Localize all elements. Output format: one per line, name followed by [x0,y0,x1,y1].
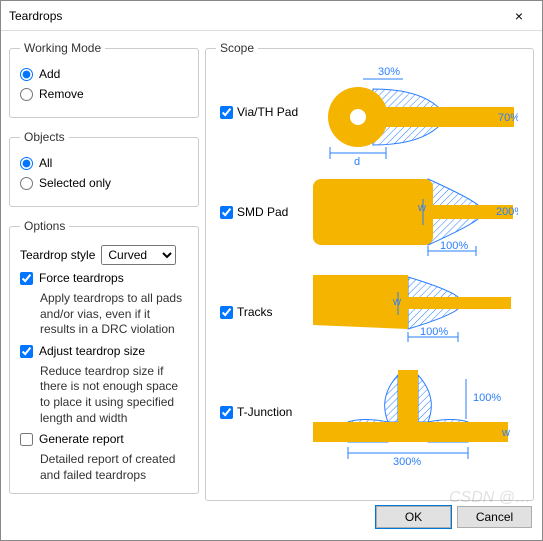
svg-text:100%: 100% [440,240,468,252]
force-teardrops-desc: Apply teardrops to all pads and/or vias,… [40,291,188,338]
scope-tjunction-label: T-Junction [237,405,292,419]
svg-text:w: w [417,202,426,214]
scope-item-smd: SMD Pad w 200% 100% [216,167,523,257]
objects-selected-radio[interactable] [20,177,33,190]
cancel-button[interactable]: Cancel [457,506,532,528]
scope-smd-checkbox[interactable] [220,206,233,219]
objects-legend: Objects [20,130,69,144]
adjust-teardrop-checkbox[interactable] [20,345,33,358]
objects-selected-label: Selected only [39,176,111,190]
scope-via-diagram: 30% 70% d [308,67,523,157]
teardrop-style-select[interactable]: Curved Line [101,245,176,265]
objects-all-radio[interactable] [20,157,33,170]
svg-text:300%: 300% [393,456,421,467]
generate-report-checkbox[interactable] [20,433,33,446]
scope-tracks-diagram: w 100% [308,267,523,357]
svg-text:100%: 100% [473,392,501,404]
working-mode-legend: Working Mode [20,41,105,55]
scope-via-label: Via/TH Pad [237,105,298,119]
close-icon[interactable]: × [504,6,534,26]
working-mode-remove-radio[interactable] [20,88,33,101]
title-bar: Teardrops × [1,1,542,31]
objects-group: Objects All Selected only [9,130,199,207]
window-title: Teardrops [9,9,504,23]
options-legend: Options [20,219,69,233]
scope-tracks-label: Tracks [237,305,273,319]
working-mode-add-label: Add [39,67,60,81]
svg-text:d: d [354,156,360,167]
svg-text:200%: 200% [496,206,518,218]
svg-text:100%: 100% [420,326,448,338]
scope-item-via: Via/TH Pad 30% [216,67,523,157]
working-mode-add-radio[interactable] [20,68,33,81]
objects-all-label: All [39,156,52,170]
scope-tracks-checkbox[interactable] [220,306,233,319]
scope-tjunction-checkbox[interactable] [220,406,233,419]
options-group: Options Teardrop style Curved Line Force… [9,219,199,494]
scope-tjunction-diagram: 100% w 300% [308,367,523,457]
adjust-teardrop-desc: Reduce teardrop size if there is not eno… [40,364,188,426]
adjust-teardrop-label: Adjust teardrop size [39,344,145,358]
scope-via-checkbox[interactable] [220,106,233,119]
working-mode-group: Working Mode Add Remove [9,41,199,118]
working-mode-remove-label: Remove [39,87,84,101]
scope-item-tjunction: T-Junction 100% w [216,367,523,457]
svg-text:w: w [501,427,510,439]
dialog-button-bar: OK Cancel [1,501,542,533]
svg-text:w: w [392,296,401,308]
generate-report-desc: Detailed report of created and failed te… [40,452,188,483]
teardrop-style-label: Teardrop style [20,248,95,262]
generate-report-label: Generate report [39,432,124,446]
force-teardrops-checkbox[interactable] [20,272,33,285]
scope-item-tracks: Tracks w 100% [216,267,523,357]
scope-smd-diagram: w 200% 100% [308,167,523,257]
ok-button[interactable]: OK [376,506,451,528]
scope-group: Scope Via/TH Pad [205,41,534,501]
svg-text:30%: 30% [378,67,400,78]
force-teardrops-label: Force teardrops [39,271,124,285]
scope-legend: Scope [216,41,258,55]
svg-text:70%: 70% [498,112,518,124]
scope-smd-label: SMD Pad [237,205,288,219]
